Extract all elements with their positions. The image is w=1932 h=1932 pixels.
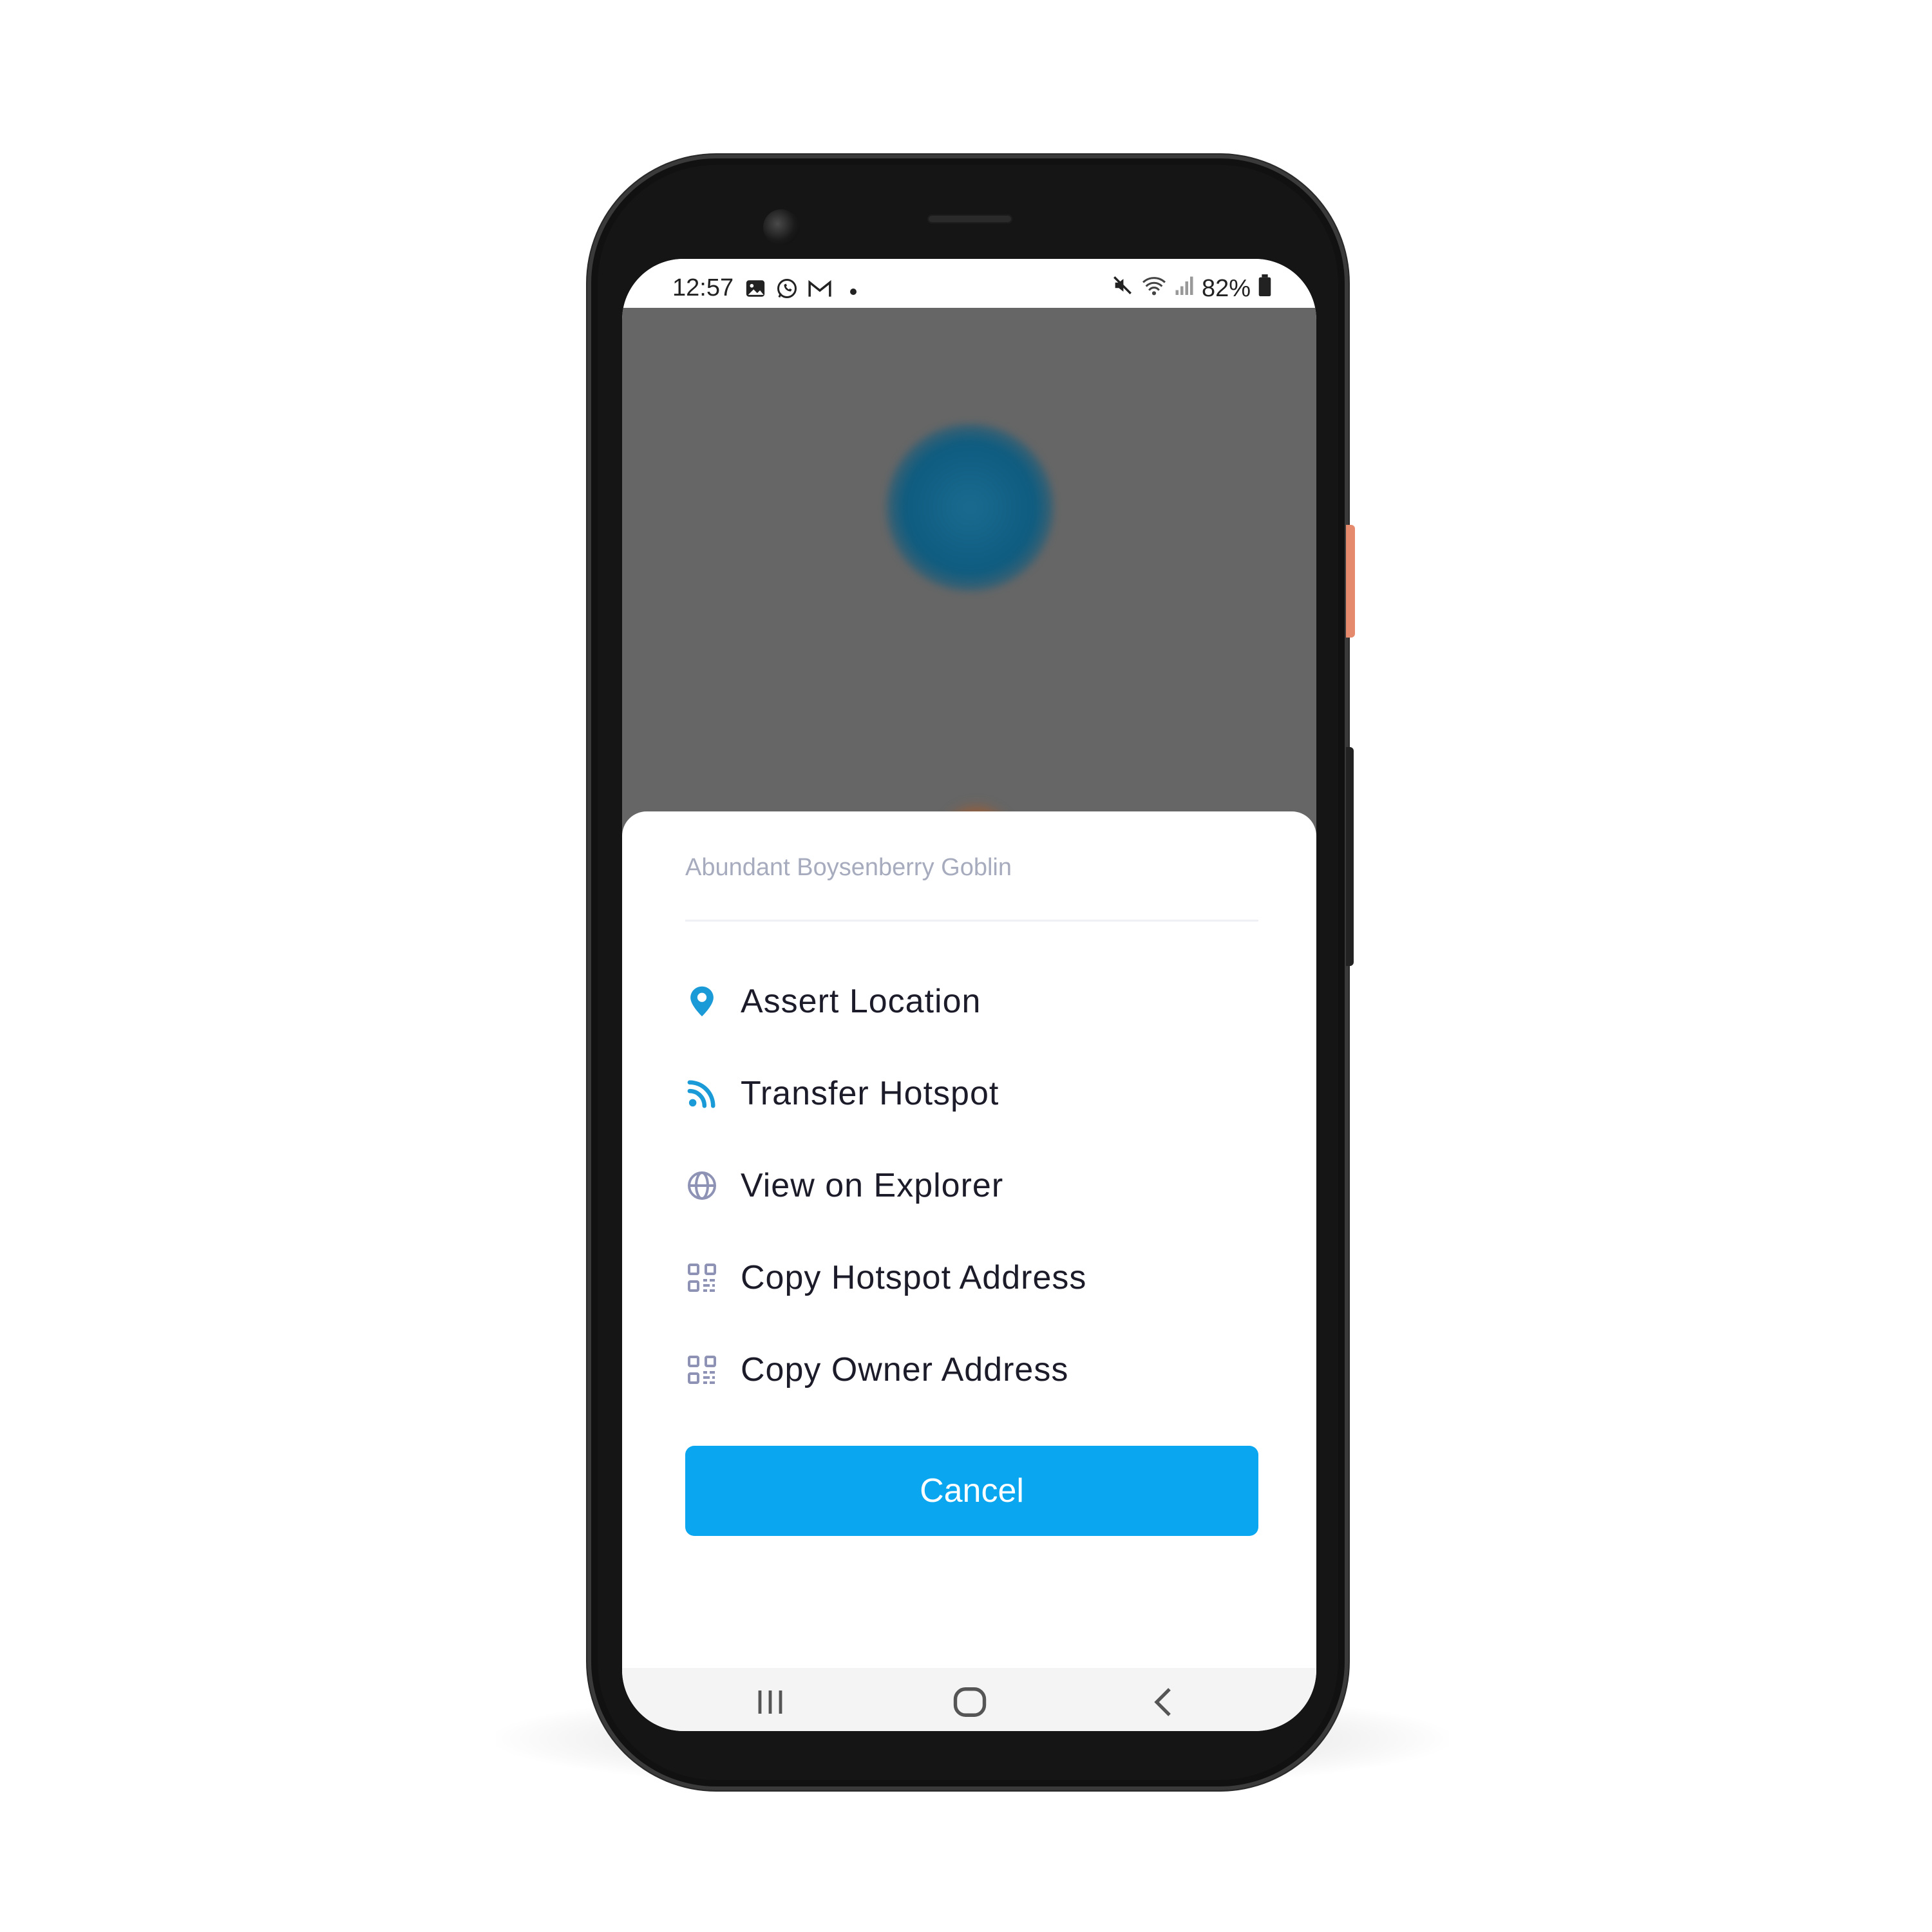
menu-item-copy-hotspot-address[interactable]: Copy Hotspot Address bbox=[685, 1242, 1258, 1313]
cancel-button[interactable]: Cancel bbox=[685, 1446, 1258, 1536]
sheet-title: Abundant Boysenberry Goblin bbox=[685, 854, 1012, 881]
status-time: 12:57 bbox=[672, 274, 734, 301]
phone-screen: 12:57 82% Abundant Boysenberry Goblin As… bbox=[622, 259, 1316, 1731]
gmail-icon bbox=[808, 278, 832, 306]
menu-item-label: Assert Location bbox=[741, 983, 981, 1020]
notification-icons bbox=[744, 277, 857, 307]
action-sheet: Abundant Boysenberry Goblin Assert Locat… bbox=[622, 811, 1316, 1668]
qr-code-icon bbox=[685, 1261, 719, 1294]
menu-item-copy-owner-address[interactable]: Copy Owner Address bbox=[685, 1334, 1258, 1405]
menu-item-label: Transfer Hotspot bbox=[741, 1075, 999, 1112]
recent-apps-icon[interactable] bbox=[751, 1686, 790, 1718]
earpiece-speaker bbox=[927, 214, 1012, 223]
battery-icon bbox=[1258, 274, 1271, 303]
location-pin-icon bbox=[685, 985, 719, 1018]
system-icons: 82% bbox=[1112, 274, 1271, 303]
menu-item-label: Copy Hotspot Address bbox=[741, 1259, 1087, 1296]
rss-icon bbox=[685, 1077, 719, 1110]
mute-icon bbox=[1112, 274, 1133, 303]
status-bar: 12:57 82% bbox=[622, 259, 1316, 308]
front-camera bbox=[763, 209, 799, 245]
signal-icon bbox=[1175, 274, 1194, 303]
divider bbox=[685, 920, 1258, 922]
whatsapp-icon bbox=[775, 277, 799, 307]
menu-item-view-on-explorer[interactable]: View on Explorer bbox=[685, 1150, 1258, 1221]
hotspot-avatar-blurred bbox=[886, 424, 1054, 591]
notification-dot bbox=[850, 289, 857, 295]
wifi-icon bbox=[1141, 274, 1167, 303]
back-icon[interactable] bbox=[1144, 1686, 1182, 1718]
power-button bbox=[1346, 525, 1355, 638]
menu-item-label: Copy Owner Address bbox=[741, 1351, 1069, 1388]
volume-button bbox=[1346, 747, 1354, 966]
gallery-icon bbox=[744, 278, 766, 306]
dimmed-background[interactable] bbox=[622, 308, 1316, 881]
menu-item-assert-location[interactable]: Assert Location bbox=[685, 966, 1258, 1037]
android-nav-bar bbox=[622, 1668, 1316, 1731]
qr-code-icon bbox=[685, 1353, 719, 1387]
battery-percent: 82% bbox=[1201, 274, 1251, 302]
globe-icon bbox=[685, 1169, 719, 1202]
menu-item-label: View on Explorer bbox=[741, 1167, 1004, 1204]
home-icon[interactable] bbox=[951, 1686, 989, 1718]
menu-item-transfer-hotspot[interactable]: Transfer Hotspot bbox=[685, 1058, 1258, 1129]
